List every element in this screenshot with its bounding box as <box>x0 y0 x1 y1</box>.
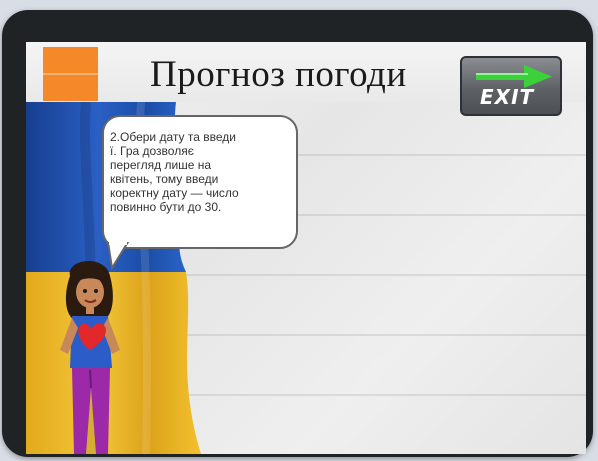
exit-label: EXIT <box>480 85 535 109</box>
orange-logo-block <box>43 47 98 101</box>
instruction-text: 2.Обери дату та введи ї. Гра дозволяє пе… <box>110 130 239 214</box>
exit-button[interactable]: EXIT <box>460 56 562 116</box>
game-screen: Прогноз погоди EXIT 2.Обери дату та введ… <box>26 42 586 454</box>
girl-character <box>60 260 120 454</box>
page-title: Прогноз погоди <box>150 54 407 95</box>
device-frame: Прогноз погоди EXIT 2.Обери дату та введ… <box>2 10 593 457</box>
